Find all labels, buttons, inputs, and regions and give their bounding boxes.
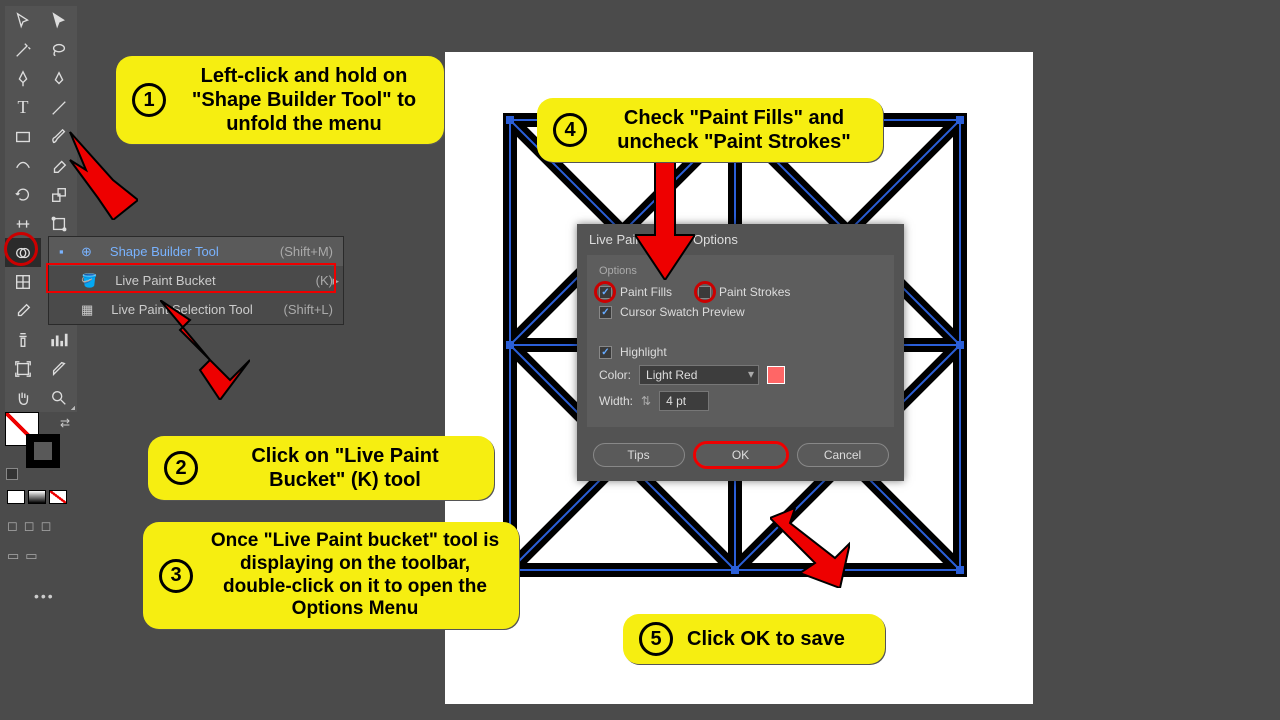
flyout-shortcut: (Shift+M) — [280, 244, 333, 259]
paint-fills-label: Paint Fills — [620, 285, 672, 299]
caret-icon: ▸ — [332, 273, 339, 289]
color-mode-gradient[interactable] — [28, 490, 46, 504]
arrow-5 — [770, 508, 850, 588]
type-tool[interactable]: T — [5, 93, 41, 122]
direct-selection-tool[interactable] — [41, 6, 77, 35]
line-tool[interactable] — [41, 93, 77, 122]
highlight-checkbox[interactable] — [599, 346, 612, 359]
color-swatch[interactable] — [767, 366, 785, 384]
highlight-label: Highlight — [620, 345, 667, 359]
dot-icon: ▪ — [59, 244, 73, 259]
callout-4: 4 Check "Paint Fills" and uncheck "Paint… — [537, 98, 883, 162]
magic-wand-tool[interactable] — [5, 35, 41, 64]
width-input[interactable]: 4 pt — [659, 391, 709, 411]
screen-mode-draw-behind[interactable]: ◻ — [24, 518, 35, 534]
paint-strokes-label: Paint Strokes — [719, 285, 790, 299]
lasso-tool[interactable] — [41, 35, 77, 64]
hand-tool[interactable] — [5, 383, 41, 412]
step-number: 3 — [159, 559, 193, 593]
pen-tool[interactable] — [5, 64, 41, 93]
cancel-button[interactable]: Cancel — [797, 443, 889, 467]
curvature-tool[interactable] — [41, 64, 77, 93]
color-value: Light Red — [646, 368, 697, 382]
tips-button[interactable]: Tips — [593, 443, 685, 467]
arrow-4 — [635, 160, 695, 280]
color-label: Color: — [599, 368, 631, 382]
options-dialog: Live Paint Bucket Options Options Paint … — [577, 224, 904, 481]
mesh-tool[interactable] — [5, 267, 41, 296]
shaper-tool[interactable] — [5, 151, 41, 180]
artboard-tool[interactable] — [5, 354, 41, 383]
rectangle-tool[interactable] — [5, 122, 41, 151]
width-label: Width: — [599, 394, 633, 408]
screen-mode-normal[interactable]: ▭ — [7, 548, 19, 564]
callout-2: 2 Click on "Live Paint Bucket" (K) tool — [148, 436, 494, 500]
swap-fill-stroke-icon[interactable]: ⇄ — [60, 416, 70, 430]
slice-tool[interactable] — [41, 354, 77, 383]
flyout-label: Live Paint Bucket — [115, 273, 315, 288]
callout-text: Left-click and hold on "Shape Builder To… — [180, 64, 428, 136]
eyedropper-tool[interactable] — [5, 296, 41, 325]
step-number: 2 — [164, 451, 198, 485]
symbol-sprayer-tool[interactable] — [5, 325, 41, 354]
cursor-swatch-checkbox[interactable] — [599, 306, 612, 319]
callout-text: Once "Live Paint bucket" tool is display… — [207, 530, 503, 621]
color-mode-row — [7, 490, 67, 504]
bucket-icon: 🪣 — [81, 273, 97, 289]
rotate-tool[interactable] — [5, 180, 41, 209]
screen-mode-full[interactable]: ▭ — [25, 548, 37, 564]
width-tool[interactable] — [5, 209, 41, 238]
ok-button[interactable]: OK — [695, 443, 787, 467]
color-dropdown[interactable]: Light Red — [639, 365, 759, 385]
cursor-swatch-label: Cursor Swatch Preview — [620, 305, 745, 319]
paint-strokes-checkbox[interactable] — [698, 286, 711, 299]
color-mode-none[interactable] — [49, 490, 67, 504]
callout-text: Click OK to save — [687, 627, 845, 651]
arrow-2 — [160, 300, 250, 400]
callout-5: 5 Click OK to save — [623, 614, 885, 664]
color-mode-solid[interactable] — [7, 490, 25, 504]
callout-text: Check "Paint Fills" and uncheck "Paint S… — [601, 106, 867, 154]
column-graph-tool[interactable] — [41, 325, 77, 354]
callout-3: 3 Once "Live Paint bucket" tool is displ… — [143, 522, 519, 629]
step-number: 5 — [639, 622, 673, 656]
dialog-title: Live Paint Bucket Options — [577, 224, 904, 255]
stroke-swatch[interactable] — [26, 434, 60, 468]
screen-mode-draw-inside[interactable]: ◻ — [41, 518, 52, 534]
flyout-shape-builder[interactable]: ▪ ⊕ Shape Builder Tool (Shift+M) — [49, 237, 343, 266]
shape-builder-tool[interactable] — [5, 238, 41, 267]
tools-panel: T — [5, 6, 77, 412]
selection-icon: ▦ — [81, 302, 93, 318]
flyout-live-paint-bucket[interactable]: 🪣 Live Paint Bucket (K) ▸ — [49, 266, 343, 295]
edit-toolbar-icon[interactable]: ••• — [34, 588, 55, 604]
selection-tool[interactable] — [5, 6, 41, 35]
stepper-icon[interactable]: ⇅ — [641, 394, 651, 408]
flyout-shortcut: (K) — [316, 273, 333, 288]
default-fill-stroke-icon[interactable] — [6, 468, 18, 480]
callout-text: Click on "Live Paint Bucket" (K) tool — [212, 444, 478, 492]
step-number: 4 — [553, 113, 587, 147]
flyout-label: Shape Builder Tool — [110, 244, 280, 259]
flyout-shortcut: (Shift+L) — [284, 302, 334, 317]
screen-mode-draw-normal[interactable]: ◻ — [7, 518, 18, 534]
paint-fills-checkbox[interactable] — [599, 286, 612, 299]
shape-builder-icon: ⊕ — [81, 244, 92, 260]
callout-1: 1 Left-click and hold on "Shape Builder … — [116, 56, 444, 144]
width-value: 4 pt — [666, 394, 686, 408]
step-number: 1 — [132, 83, 166, 117]
